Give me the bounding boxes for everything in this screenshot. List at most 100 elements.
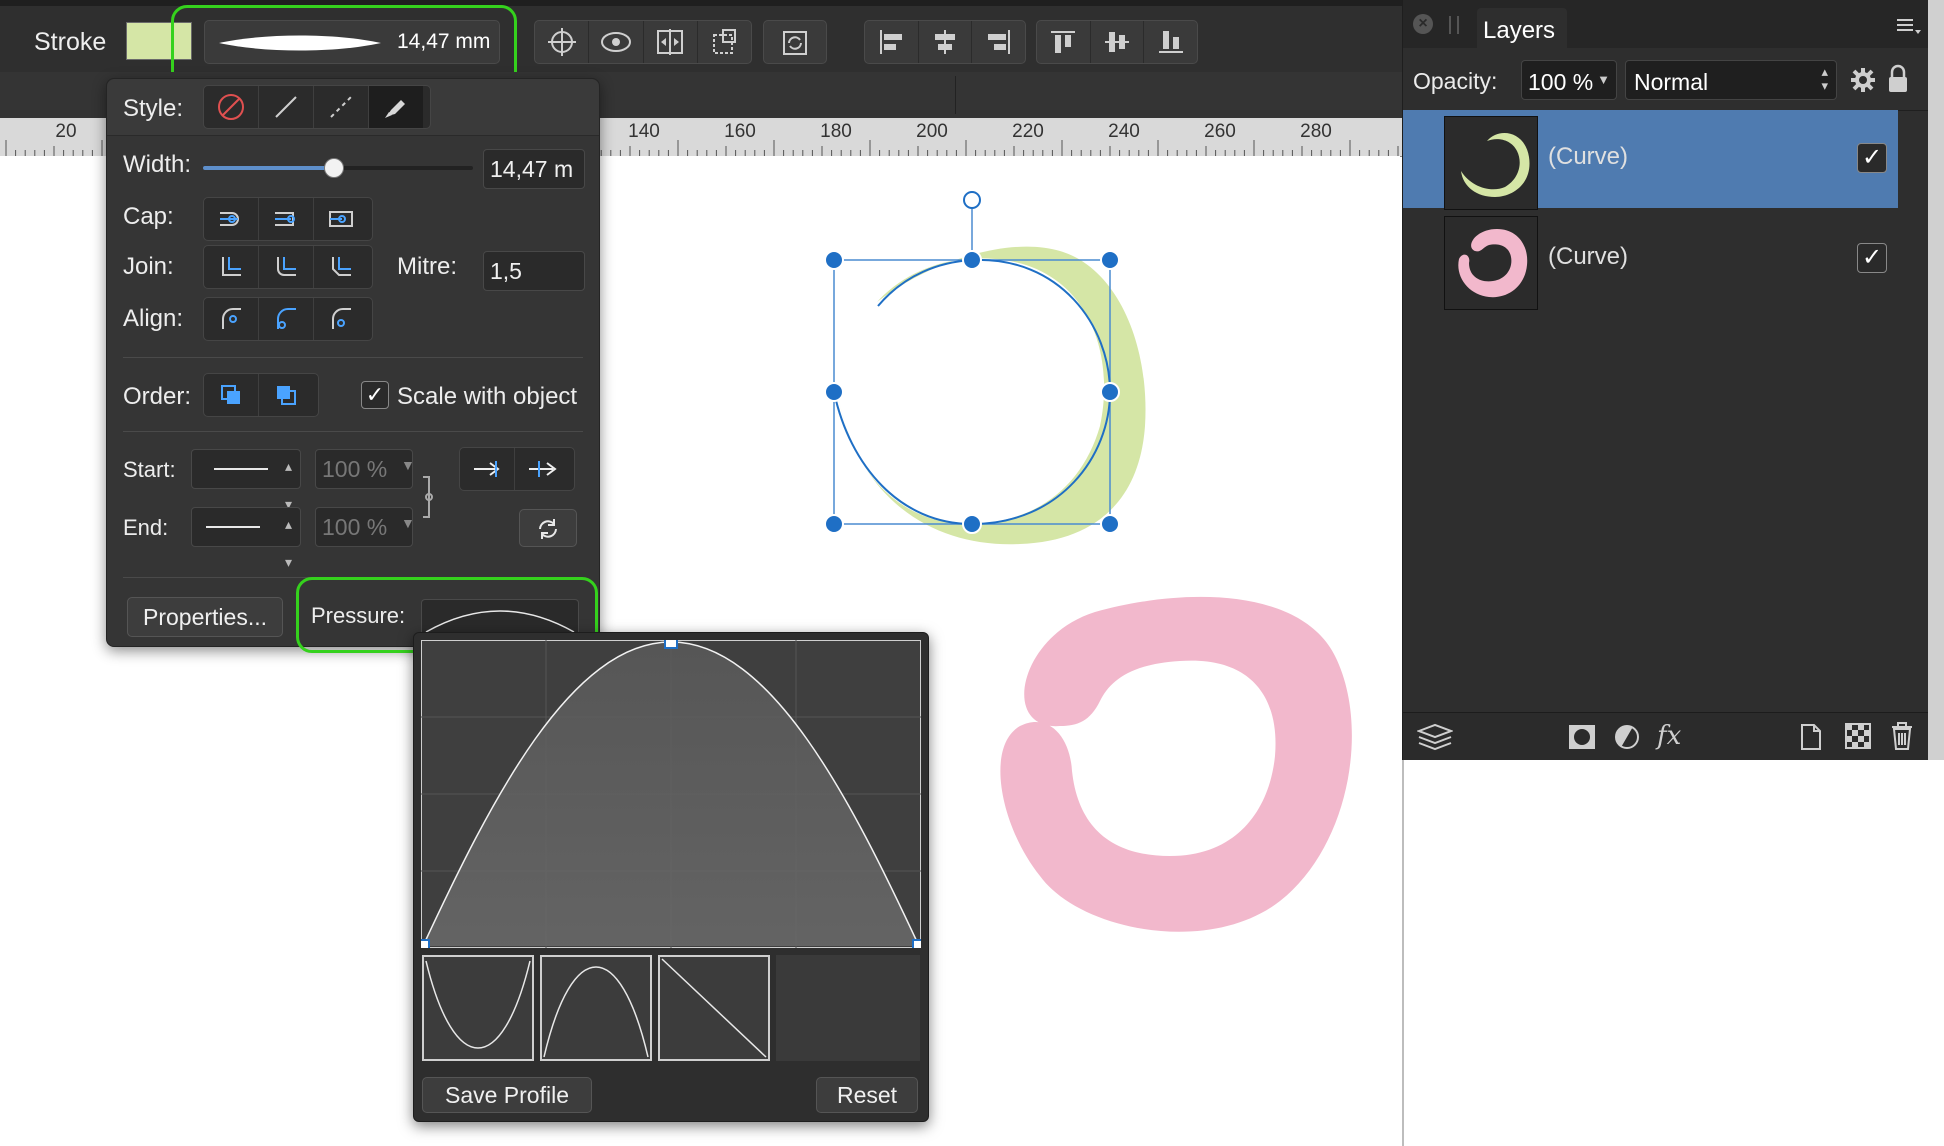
- new-layer-icon[interactable]: [1799, 723, 1823, 751]
- opacity-field[interactable]: 100 % ▼: [1521, 60, 1617, 100]
- align-right-icon[interactable]: [972, 21, 1025, 63]
- butt-cap-icon[interactable]: [204, 198, 259, 240]
- show-hide-icon[interactable]: [589, 21, 644, 63]
- panel-menu-icon[interactable]: [1895, 16, 1923, 38]
- trash-icon[interactable]: [1891, 721, 1913, 751]
- width-label: Width:: [123, 151, 192, 178]
- curve-control-point[interactable]: [664, 640, 678, 649]
- end-label: End:: [123, 515, 169, 540]
- preset-u-curve[interactable]: [422, 955, 534, 1061]
- pixel-layer-icon[interactable]: [1845, 723, 1871, 749]
- start-label: Start:: [123, 457, 176, 482]
- adjustment-icon[interactable]: [1613, 723, 1641, 751]
- arrow-inside-icon[interactable]: [460, 448, 515, 490]
- flip-horizontal-icon[interactable]: [644, 21, 698, 63]
- cap-label: Cap:: [123, 203, 174, 230]
- layer-thumbnail: [1444, 116, 1538, 210]
- curve-control-point[interactable]: [912, 939, 921, 948]
- align-bottom-icon[interactable]: [1144, 21, 1197, 63]
- ruler-label: 20: [55, 121, 77, 142]
- swap-arrows-button[interactable]: [519, 509, 577, 547]
- end-percent-field[interactable]: 100 %: [315, 507, 413, 547]
- no-stroke-icon[interactable]: [204, 86, 259, 128]
- tab-layers[interactable]: Layers: [1477, 8, 1567, 48]
- round-join-icon[interactable]: [259, 246, 314, 288]
- save-profile-button[interactable]: Save Profile: [422, 1077, 592, 1113]
- blend-mode-select[interactable]: Normal ▴ ▾: [1625, 60, 1837, 100]
- rotation-handle[interactable]: [963, 191, 981, 209]
- link-bracket-icon[interactable]: [421, 475, 435, 519]
- pressure-curve-graph[interactable]: [421, 640, 921, 948]
- opacity-value: 100 %: [1528, 69, 1594, 95]
- arrow-position-group: [459, 447, 575, 491]
- lock-icon[interactable]: [1887, 64, 1909, 94]
- width-slider-knob[interactable]: [323, 158, 344, 178]
- stroke-front-fill-icon[interactable]: [259, 374, 313, 416]
- stroke-behind-fill-icon[interactable]: [204, 374, 259, 416]
- square-cap-icon[interactable]: [314, 198, 368, 240]
- layer-visibility-checkbox[interactable]: ✓: [1857, 143, 1887, 173]
- opacity-label: Opacity:: [1413, 68, 1498, 94]
- blend-mode-value: Normal: [1634, 69, 1709, 95]
- rotate-icon: [783, 31, 807, 55]
- line-end-icon: [206, 526, 260, 528]
- pressure-profile-popup: Save Profile Reset: [413, 632, 929, 1122]
- stepper-icon: ▴ ▾: [284, 516, 292, 570]
- preset-linear-down[interactable]: [658, 955, 770, 1061]
- cap-group: [203, 197, 373, 241]
- mitre-label: Mitre:: [397, 253, 457, 280]
- align-center-icon[interactable]: [919, 21, 973, 63]
- transform-origin-icon[interactable]: [535, 21, 590, 63]
- ruler-label: 220: [1012, 121, 1044, 142]
- layer-row[interactable]: (Curve) ✓: [1403, 110, 1898, 210]
- fx-icon[interactable]: fx: [1657, 721, 1681, 751]
- align-inside-stroke-icon[interactable]: [259, 298, 314, 340]
- ruler-label: 160: [724, 121, 756, 142]
- selection-bounding-box[interactable]: [824, 191, 1120, 534]
- align-middle-icon[interactable]: [1091, 21, 1145, 63]
- mask-icon[interactable]: [1567, 723, 1597, 751]
- width-field[interactable]: 14,47 m: [483, 149, 585, 189]
- green-curve-shape[interactable]: [838, 246, 1146, 545]
- close-panel-icon[interactable]: ×: [1413, 14, 1433, 34]
- layer-visibility-checkbox[interactable]: ✓: [1857, 243, 1887, 273]
- align-outside-stroke-icon[interactable]: [314, 298, 368, 340]
- layer-stack-icon[interactable]: [1417, 723, 1453, 751]
- brush-stroke-icon[interactable]: [369, 86, 423, 128]
- properties-button[interactable]: Properties...: [127, 597, 283, 637]
- curve-control-point[interactable]: [421, 939, 430, 948]
- gear-icon[interactable]: [1849, 66, 1877, 94]
- start-percent-field[interactable]: 100 %: [315, 449, 413, 489]
- layer-name: (Curve): [1548, 243, 1629, 270]
- solid-line-icon[interactable]: [259, 86, 314, 128]
- scale-with-object-label: Scale with object: [397, 383, 578, 410]
- start-arrowhead-select[interactable]: ▴ ▾: [191, 449, 301, 512]
- round-cap-icon[interactable]: [259, 198, 314, 240]
- drag-handle-icon[interactable]: [1449, 16, 1459, 34]
- rotate-button[interactable]: [763, 20, 827, 64]
- arrow-outside-icon[interactable]: [515, 448, 569, 490]
- order-group: [203, 373, 319, 417]
- layer-row[interactable]: (Curve) ✓: [1403, 210, 1898, 310]
- reset-button[interactable]: Reset: [816, 1077, 918, 1113]
- align-group: [203, 297, 373, 341]
- dropdown-arrow-icon: ▼: [401, 457, 415, 473]
- align-top-icon[interactable]: [1037, 21, 1091, 63]
- mitre-field[interactable]: 1,5: [483, 251, 585, 291]
- end-arrowhead-select[interactable]: ▴ ▾: [191, 507, 301, 570]
- miter-join-icon[interactable]: [204, 246, 259, 288]
- dashed-line-icon[interactable]: [314, 86, 369, 128]
- layer-thumbnail: [1444, 216, 1538, 310]
- pink-curve-shape[interactable]: [1000, 596, 1352, 932]
- ruler-label: 200: [916, 121, 948, 142]
- transform-box-icon[interactable]: [698, 21, 751, 63]
- empty-panel-area: [1402, 760, 1944, 1146]
- bevel-join-icon[interactable]: [314, 246, 368, 288]
- align-center-stroke-icon[interactable]: [204, 298, 259, 340]
- preset-arch-curve[interactable]: [540, 955, 652, 1061]
- scale-with-object-checkbox[interactable]: ✓: [361, 381, 389, 409]
- align-left-icon[interactable]: [865, 21, 919, 63]
- stepper-icon: ▴ ▾: [1821, 64, 1828, 93]
- align-vertical-tools: [1036, 20, 1198, 64]
- align-label: Align:: [123, 305, 184, 332]
